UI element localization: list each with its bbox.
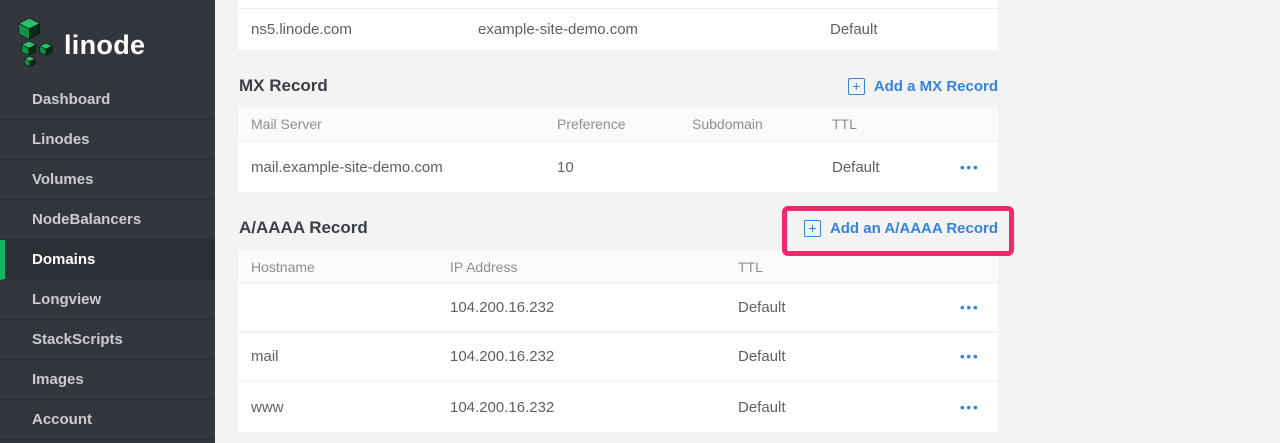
sidebar-item-account[interactable]: Account	[0, 400, 215, 440]
sidebar-item-linodes[interactable]: Linodes	[0, 120, 215, 160]
sidebar-item-nodebalancers[interactable]: NodeBalancers	[0, 200, 215, 240]
mx-preference-cell: 10	[557, 142, 574, 192]
mx-ttl-cell: Default	[832, 142, 880, 192]
row-actions-ellipsis-icon[interactable]: •••	[960, 382, 980, 432]
col-subdomain: Subdomain	[692, 107, 763, 141]
plus-icon: +	[804, 220, 821, 237]
aaaa-record-table: Hostname IP Address TTL 104.200.16.232 D…	[238, 250, 998, 432]
mx-record-table: Mail Server Preference Subdomain TTL mai…	[238, 107, 998, 192]
ns-record-row: ns5.linode.com example-site-demo.com Def…	[238, 0, 998, 50]
col-ttl: TTL	[832, 107, 857, 141]
ns-ttl-cell: Default	[830, 9, 878, 50]
ttl-cell: Default	[738, 284, 786, 331]
col-hostname: Hostname	[251, 250, 315, 283]
add-mx-record-button[interactable]: + Add a MX Record	[848, 68, 998, 104]
mx-table-header: Mail Server Preference Subdomain TTL	[238, 107, 998, 142]
sidebar: linode Dashboard Linodes Volumes NodeBal…	[0, 0, 215, 443]
add-aaaa-record-button[interactable]: + Add an A/AAAA Record	[804, 206, 998, 250]
mx-section-header: MX Record + Add a MX Record	[238, 68, 998, 104]
sidebar-item-images[interactable]: Images	[0, 360, 215, 400]
table-row: mail.example-site-demo.com 10 Default ••…	[238, 142, 998, 192]
logo-wordmark: linode	[64, 30, 145, 61]
aaaa-section-header: A/AAAA Record + Add an A/AAAA Record	[238, 206, 998, 250]
col-ttl: TTL	[738, 250, 763, 283]
domain-records-panel: ns5.linode.com example-site-demo.com Def…	[238, 0, 998, 443]
col-mail-server: Mail Server	[251, 107, 322, 141]
ip-cell: 104.200.16.232	[450, 333, 554, 380]
table-row: 104.200.16.232 Default •••	[238, 284, 998, 333]
sidebar-item-longview[interactable]: Longview	[0, 280, 215, 320]
sidebar-item-stackscripts[interactable]: StackScripts	[0, 320, 215, 360]
table-row: mail 104.200.16.232 Default •••	[238, 333, 998, 382]
row-actions-ellipsis-icon[interactable]: •••	[960, 333, 980, 380]
add-mx-record-label: Add a MX Record	[874, 78, 998, 95]
row-actions-ellipsis-icon[interactable]: •••	[960, 142, 980, 192]
sidebar-item-volumes[interactable]: Volumes	[0, 160, 215, 200]
col-ip-address: IP Address	[450, 250, 517, 283]
mx-mail-server-cell: mail.example-site-demo.com	[251, 142, 443, 192]
aaaa-section-title: A/AAAA Record	[239, 206, 368, 250]
table-row: www 104.200.16.232 Default •••	[238, 382, 998, 432]
linode-cubes-icon	[16, 18, 54, 73]
hostname-cell: www	[251, 382, 284, 432]
ns-subdomain-cell: example-site-demo.com	[478, 9, 638, 50]
ttl-cell: Default	[738, 333, 786, 380]
row-actions-ellipsis-icon[interactable]: •••	[960, 284, 980, 331]
ip-cell: 104.200.16.232	[450, 382, 554, 432]
mx-section-title: MX Record	[239, 68, 328, 104]
ip-cell: 104.200.16.232	[450, 284, 554, 331]
sidebar-nav: Dashboard Linodes Volumes NodeBalancers …	[0, 80, 215, 440]
col-preference: Preference	[557, 107, 625, 141]
hostname-cell: mail	[251, 333, 279, 380]
linode-logo[interactable]: linode	[0, 0, 215, 78]
ns-name-server-cell: ns5.linode.com	[251, 9, 352, 50]
sidebar-item-domains[interactable]: Domains	[0, 240, 215, 280]
aaaa-table-header: Hostname IP Address TTL	[238, 250, 998, 284]
sidebar-item-dashboard[interactable]: Dashboard	[0, 80, 215, 120]
add-aaaa-record-label: Add an A/AAAA Record	[830, 220, 998, 237]
ttl-cell: Default	[738, 382, 786, 432]
plus-icon: +	[848, 78, 865, 95]
